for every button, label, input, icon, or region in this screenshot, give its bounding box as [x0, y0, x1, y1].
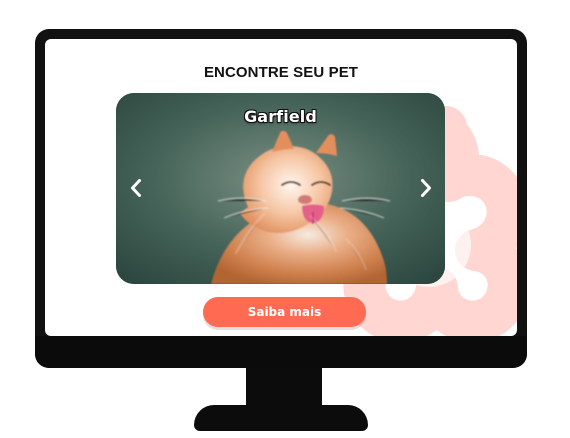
- monitor-neck: [246, 368, 322, 408]
- carousel-next-button[interactable]: [413, 173, 439, 203]
- learn-more-button[interactable]: Saiba mais: [203, 297, 366, 327]
- chevron-left-icon: [131, 179, 141, 197]
- chevron-right-icon: [421, 179, 431, 197]
- monitor-foot: [194, 405, 368, 431]
- monitor-chin: [35, 336, 527, 368]
- carousel-prev-button[interactable]: [123, 173, 149, 203]
- pet-name: Garfield: [244, 107, 317, 126]
- section-title: ENCONTRE SEU PET: [203, 64, 359, 81]
- monitor-screen: ENCONTRE SEU PET Garfield Saiba mais: [45, 39, 517, 336]
- pet-carousel[interactable]: Garfield: [116, 93, 445, 284]
- page: ENCONTRE SEU PET Garfield Saiba mais: [0, 0, 570, 438]
